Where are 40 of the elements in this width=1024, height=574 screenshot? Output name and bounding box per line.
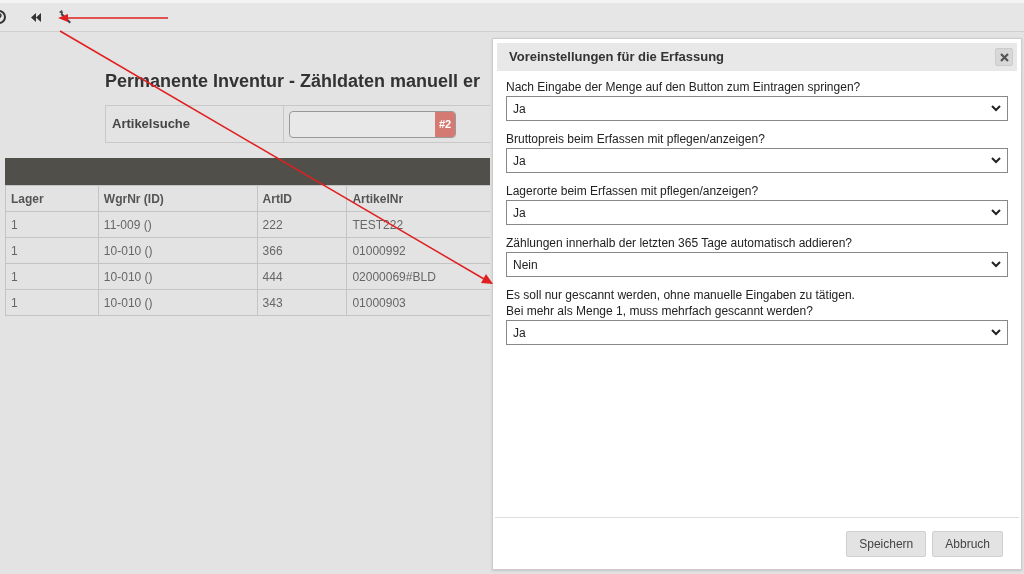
table-cell: 1 (5, 211, 99, 238)
table-cell: 444 (257, 263, 347, 290)
badge: #2 (435, 111, 455, 137)
rewind-icon[interactable] (31, 12, 41, 22)
select-field[interactable]: Ja (506, 96, 1008, 121)
select-field[interactable]: Ja (506, 320, 1008, 345)
table-cell: 10-010 () (98, 237, 258, 264)
chevron-down-icon (991, 105, 1001, 112)
table-cell: 222 (257, 211, 347, 238)
dialog-button[interactable]: Abbruch (932, 530, 1003, 557)
chevron-down-icon (991, 157, 1001, 164)
field-label: Lagerorte beim Erfassen mit pflegen/anzeigen? (506, 183, 760, 199)
field-label: Bei mehr als Menge 1, muss mehrfach gescannt werden? (506, 303, 814, 319)
column-header: WgrNr (ID) (98, 185, 258, 212)
table-cell: 10-010 () (98, 263, 258, 290)
table-cell: 1 (5, 289, 99, 316)
field-label: Zählungen innerhalb der letzten 365 Tage automatisch addieren? (506, 235, 854, 251)
table-cell: 1 (5, 263, 99, 290)
chevron-down-icon (991, 209, 1001, 216)
field-label: Es soll nur gescannt werden, ohne manuelle Eingaben zu tätigen. (506, 287, 856, 303)
field-label: Nach Eingabe der Menge auf den Button zum Eintragen springen? (506, 79, 862, 95)
chevron-down-icon (991, 261, 1001, 268)
select-field[interactable]: Ja (506, 148, 1008, 173)
help-icon[interactable] (0, 10, 7, 24)
close-icon (999, 52, 1009, 62)
column-header: Lager (5, 185, 99, 212)
table-cell: 1 (5, 237, 99, 264)
table-cell: 343 (257, 289, 347, 316)
dialog-title: Voreinstellungen für die Erfassung (509, 48, 724, 67)
search-label: Artikelsuche (106, 106, 284, 142)
table-cell: 366 (257, 237, 347, 264)
select-field[interactable]: Ja (506, 200, 1008, 225)
table-cell: 11-009 () (98, 211, 258, 238)
dialog-button[interactable]: Speichern (846, 530, 927, 557)
table-cell: 10-010 () (98, 289, 258, 316)
column-header: ArtID (257, 185, 347, 212)
close-button[interactable] (995, 48, 1013, 66)
select-field[interactable]: Nein (506, 252, 1008, 277)
field-label: Bruttopreis beim Erfassen mit pflegen/anzeigen? (506, 131, 766, 147)
chevron-down-icon (991, 329, 1001, 336)
